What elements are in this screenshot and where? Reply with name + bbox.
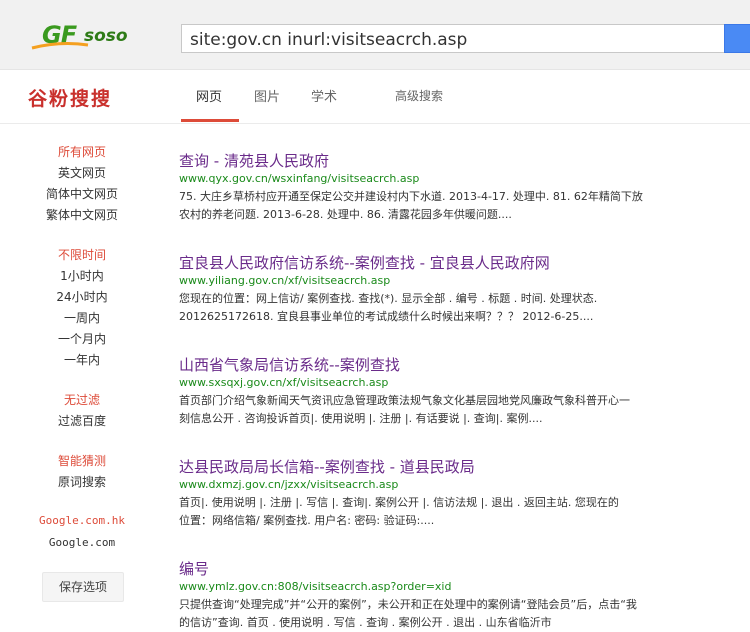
sidebar-head-any-time[interactable]: 不限时间 [0, 246, 164, 263]
result-url[interactable]: www.yiliang.gov.cn/xf/visitseacrch.asp [179, 273, 739, 289]
snippet-line: 刻信息公开 . 咨询投诉首页|. 使用说明 |. 注册 |. 有话要说 |. 查… [179, 412, 543, 425]
snippet-line: 2012625172618. 宜良县事业单位的考试成绩什么时候出来啊？？？ 20… [179, 310, 594, 323]
snippet-line: 首页|. 使用说明 |. 注册 |. 写信 |. 查询|. 案例公开 |. 信访… [179, 496, 619, 509]
sidebar-item-traditional[interactable]: 繁体中文网页 [0, 206, 164, 223]
sidebar-item-simplified[interactable]: 简体中文网页 [0, 185, 164, 202]
logo-swoosh-icon [31, 42, 89, 50]
result-url[interactable]: www.ymlz.gov.cn:808/visitseacrch.asp?ord… [179, 579, 739, 595]
snippet-line: 位置：网络信箱/ 案例查找. 用户名: 密码: 验证码:.... [179, 514, 435, 527]
result-snippet: 只提供查询“处理完成”并“公开的案例”，未公开和正在处理中的案例请“登陆会员”后… [179, 596, 739, 632]
search-result: 查询 - 清苑县人民政府 www.qyx.gov.cn/wsxinfang/vi… [179, 151, 739, 224]
sidebar-head-smart-guess[interactable]: 智能猜测 [0, 452, 164, 469]
snippet-line: 农村的养老问题. 2013-6-28. 处理中. 86. 清露花园多年供暖问题.… [179, 208, 512, 221]
search-result: 达县民政局局长信箱--案例查找 - 道县民政局 www.dxmzj.gov.cn… [179, 457, 739, 530]
result-url[interactable]: www.sxsqxj.gov.cn/xf/visitseacrch.asp [179, 375, 739, 391]
sidebar-item-24h[interactable]: 24小时内 [0, 288, 164, 305]
result-snippet: 首页|. 使用说明 |. 注册 |. 写信 |. 查询|. 案例公开 |. 信访… [179, 494, 739, 530]
snippet-line: 您现在的位置：网上信访/ 案例查找. 查找(*). 显示全部 . 编号 . 标题… [179, 292, 598, 305]
result-snippet: 首页部门介绍气象新闻天气资讯应急管理政策法规气象文化基层园地党风廉政气象科普开心… [179, 392, 739, 428]
search-input[interactable] [181, 24, 726, 53]
search-result: 编号 www.ymlz.gov.cn:808/visitseacrch.asp?… [179, 559, 739, 632]
tab-advanced-search[interactable]: 高级搜索 [395, 87, 443, 104]
tab-images[interactable]: 图片 [254, 86, 280, 105]
result-title[interactable]: 山西省气象局信访系统--案例查找 [179, 355, 739, 375]
active-tab-indicator [181, 119, 239, 122]
snippet-line: 首页部门介绍气象新闻天气资讯应急管理政策法规气象文化基层园地党风廉政气象科普开心… [179, 394, 630, 407]
snippet-line: 的信访”查询. 首页 . 使用说明 . 写信 . 查询 . 案例公开 . 退出 … [179, 616, 552, 629]
sidebar-item-month[interactable]: 一个月内 [0, 330, 164, 347]
gfsoso-logo[interactable]: GF soso [30, 20, 140, 50]
sidebar-head-no-filter[interactable]: 无过滤 [0, 391, 164, 408]
sidebar-item-year[interactable]: 一年内 [0, 351, 164, 368]
result-title[interactable]: 查询 - 清苑县人民政府 [179, 151, 739, 171]
snippet-line: 75. 大庄乡草桥村应开通至保定公交并建设村内下水道. 2013-4-17. 处… [179, 190, 643, 203]
snippet-line: 只提供查询“处理完成”并“公开的案例”，未公开和正在处理中的案例请“登陆会员”后… [179, 598, 637, 611]
sidebar-item-week[interactable]: 一周内 [0, 309, 164, 326]
result-title[interactable]: 达县民政局局长信箱--案例查找 - 道县民政局 [179, 457, 739, 477]
tab-web[interactable]: 网页 [196, 86, 222, 105]
search-button[interactable] [724, 24, 750, 53]
search-result: 山西省气象局信访系统--案例查找 www.sxsqxj.gov.cn/xf/vi… [179, 355, 739, 428]
result-title[interactable]: 编号 [179, 559, 739, 579]
sidebar-item-english[interactable]: 英文网页 [0, 164, 164, 181]
tab-scholar[interactable]: 学术 [311, 86, 337, 105]
brand-title[interactable]: 谷粉搜搜 [28, 84, 112, 111]
result-snippet: 您现在的位置：网上信访/ 案例查找. 查找(*). 显示全部 . 编号 . 标题… [179, 290, 739, 326]
save-options-button[interactable]: 保存选项 [42, 572, 124, 602]
result-url[interactable]: www.qyx.gov.cn/wsxinfang/visitseacrch.as… [179, 171, 739, 187]
search-result: 宜良县人民政府信访系统--案例查找 - 宜良县人民政府网 www.yiliang… [179, 253, 739, 326]
sidebar-item-filter-baidu[interactable]: 过滤百度 [0, 412, 164, 429]
result-snippet: 75. 大庄乡草桥村应开通至保定公交并建设村内下水道. 2013-4-17. 处… [179, 188, 739, 224]
logo-soso-text: soso [84, 26, 128, 46]
sidebar-head-all-pages[interactable]: 所有网页 [0, 143, 164, 160]
result-title[interactable]: 宜良县人民政府信访系统--案例查找 - 宜良县人民政府网 [179, 253, 739, 273]
result-url[interactable]: www.dxmzj.gov.cn/jzxx/visitseacrch.asp [179, 477, 739, 493]
nav-bar: 谷粉搜搜 网页 图片 学术 高级搜索 [0, 70, 750, 124]
sidebar-item-google-com[interactable]: Google.com [0, 536, 164, 549]
top-bar: GF soso [0, 0, 750, 70]
sidebar-item-hour[interactable]: 1小时内 [0, 267, 164, 284]
sidebar-item-verbatim[interactable]: 原词搜索 [0, 473, 164, 490]
sidebar-head-google-hk[interactable]: Google.com.hk [0, 514, 164, 527]
